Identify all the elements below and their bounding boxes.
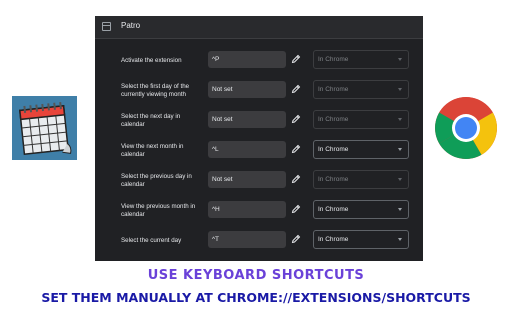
scope-select[interactable]: In Chrome [313,170,409,189]
chevron-down-icon [398,58,402,61]
shortcut-row: Select the first day of the currently vi… [95,76,423,106]
scope-select-value: In Chrome [318,116,349,123]
chevron-down-icon [398,238,402,241]
scope-select-value: In Chrome [318,206,349,213]
scope-select[interactable]: In Chrome [313,110,409,129]
shortcut-key-input[interactable]: ^T [208,231,286,248]
shortcut-key-input[interactable]: Not set [208,171,286,188]
shortcut-row: Select the previous day in calendar Not s… [95,166,423,196]
extension-title: Patro [121,21,141,30]
shortcut-label: View the previous month in calendar [121,203,196,218]
shortcut-label: Activate the extension [121,57,182,64]
headline-caption: USE KEYBOARD SHORTCUTS [147,268,365,283]
panel-header: Patro [95,16,423,39]
scope-select[interactable]: In Chrome [313,140,409,159]
scope-select-value: In Chrome [318,56,349,63]
pencil-icon[interactable] [291,144,301,154]
scope-select[interactable]: In Chrome [313,50,409,69]
pencil-icon[interactable] [291,174,301,184]
shortcut-label: Select the next day in calendar [121,113,181,128]
shortcut-key-input[interactable]: Not set [208,111,286,128]
shortcut-label: Select the previous day in calendar [121,173,192,188]
subline-caption: SET THEM MANUALLY AT CHROME://EXTENSIONS… [41,290,471,305]
chevron-down-icon [398,118,402,121]
shortcut-key-input[interactable]: Not set [208,81,286,98]
shortcuts-panel: Patro Activate the extension ^P In Chrome S… [95,16,423,261]
pencil-icon[interactable] [291,114,301,124]
shortcut-label: View the next month in calendar [121,143,184,158]
shortcut-row: Select the current day ^T In Chrome [95,226,423,256]
chevron-down-icon [398,178,402,181]
shortcut-key-input[interactable]: ^P [208,51,286,68]
chevron-down-icon [398,148,402,151]
scope-select[interactable]: In Chrome [313,200,409,219]
shortcut-key-input[interactable]: ^L [208,141,286,158]
scope-select-value: In Chrome [318,146,349,153]
shortcut-key-input[interactable]: ^H [208,201,286,218]
pencil-icon[interactable] [291,204,301,214]
pencil-icon[interactable] [291,234,301,244]
calendar-icon [12,96,77,160]
shortcut-row: View the previous month in calendar ^H In … [95,196,423,226]
shortcut-row: View the next month in calendar ^L In Chro… [95,136,423,166]
chevron-down-icon [398,208,402,211]
pencil-icon[interactable] [291,54,301,64]
extension-window-icon [102,22,111,31]
shortcut-label: Select the current day [121,237,182,244]
chrome-logo-icon [434,96,498,160]
scope-select[interactable]: In Chrome [313,80,409,99]
scope-select-value: In Chrome [318,86,349,93]
scope-select-value: In Chrome [318,176,349,183]
scope-select-value: In Chrome [318,236,349,243]
pencil-icon[interactable] [291,84,301,94]
shortcut-row: Select the next day in calendar Not set In… [95,106,423,136]
shortcut-label: Select the first day of the currently vi… [121,83,190,98]
shortcut-row: Activate the extension ^P In Chrome [95,46,423,76]
chevron-down-icon [398,88,402,91]
scope-select[interactable]: In Chrome [313,230,409,249]
